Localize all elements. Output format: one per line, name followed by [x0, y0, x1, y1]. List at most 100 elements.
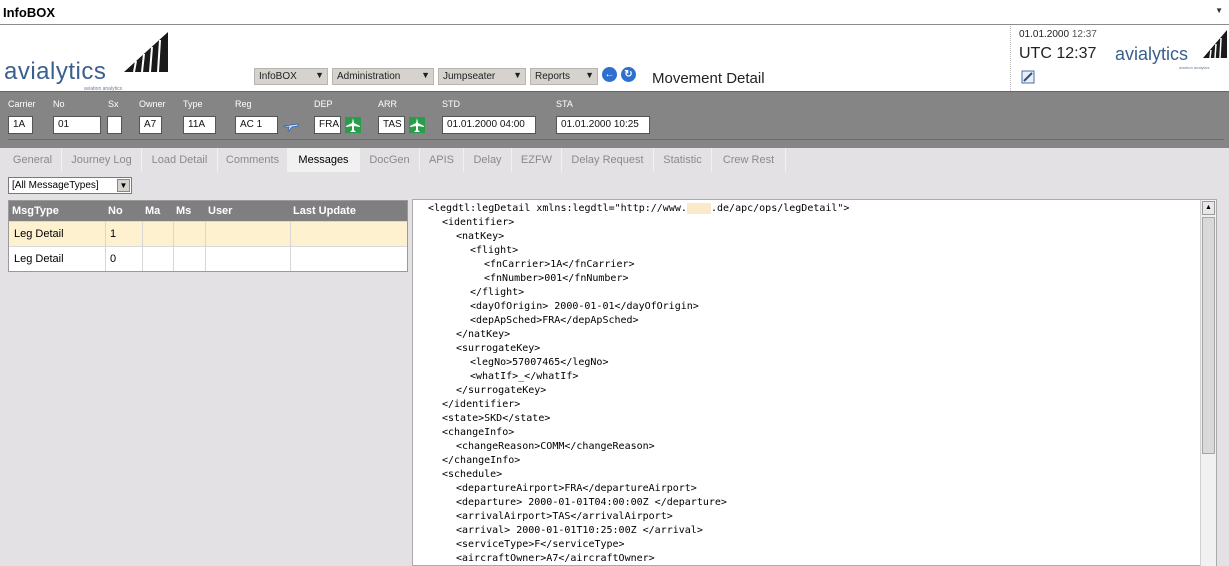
- chevron-down-icon[interactable]: ▼: [117, 179, 130, 192]
- xml-line: <arrivalAirport>TAS</arrivalAirport>: [456, 511, 673, 522]
- cell-msgtype: Leg Detail: [14, 228, 64, 240]
- xml-text: <natKey>: [456, 231, 505, 242]
- app-window: InfoBOX ▼ avialytics aviation analytics …: [0, 0, 1229, 566]
- menu-reports[interactable]: Reports ▼: [530, 68, 598, 85]
- xml-text: <departure> 2000-01-01T04:00:00Z </depar…: [456, 497, 727, 508]
- owner-field[interactable]: A7: [139, 116, 162, 134]
- tab-delay[interactable]: Delay: [464, 148, 512, 172]
- col-user[interactable]: User: [208, 205, 232, 217]
- xml-text: <serviceType>F</serviceType>: [456, 539, 625, 550]
- refresh-icon[interactable]: ↻: [621, 67, 636, 82]
- tab-general[interactable]: General: [4, 148, 62, 172]
- xml-line: </flight>: [470, 287, 524, 298]
- xml-text: <state>SKD</state>: [442, 413, 551, 424]
- xml-line: <state>SKD</state>: [442, 413, 550, 424]
- chevron-down-icon: ▼: [315, 70, 324, 80]
- page-title: Movement Detail: [652, 70, 765, 87]
- divider: [290, 247, 291, 271]
- xml-text: <changeReason>COMM</changeReason>: [456, 441, 655, 452]
- arrival-field[interactable]: TAS: [378, 116, 405, 134]
- xml-text: <depApSched>FRA</depApSched>: [470, 315, 639, 326]
- suffix-field[interactable]: [107, 116, 122, 134]
- registration-field[interactable]: AC 1: [235, 116, 278, 134]
- flight-info-bar: Carrier No Sx Owner Type Reg DEP ARR STD…: [0, 91, 1229, 148]
- select-value: [All MessageTypes]: [12, 180, 99, 191]
- std-field[interactable]: 01.01.2000 04:00: [442, 116, 536, 134]
- table-row[interactable]: Leg Detail 1: [9, 221, 407, 246]
- tab-load-detail[interactable]: Load Detail: [142, 148, 218, 172]
- date-value: 01.01.2000: [1019, 29, 1070, 40]
- redacted-text: [686, 203, 711, 214]
- xml-text: <fnNumber>001</fnNumber>: [484, 273, 629, 284]
- xml-line: <departure> 2000-01-01T04:00:00Z </depar…: [456, 497, 727, 508]
- xml-line: <dayOfOrigin> 2000-01-01</dayOfOrigin>: [470, 301, 699, 312]
- xml-text: <arrivalAirport>TAS</arrivalAirport>: [456, 511, 673, 522]
- col-ma[interactable]: Ma: [145, 205, 160, 217]
- menu-infobox[interactable]: InfoBOX ▼: [254, 68, 328, 85]
- xml-line: <serviceType>F</serviceType>: [456, 539, 625, 550]
- current-date: 01.01.2000 12:37: [1019, 29, 1097, 40]
- aircraft-type-field[interactable]: 11A: [183, 116, 216, 134]
- divider: [290, 222, 291, 246]
- xml-text: </identifier>: [442, 399, 521, 410]
- chevron-down-icon: ▼: [585, 70, 594, 80]
- table-header: MsgType No Ma Ms User Last Update: [9, 201, 407, 221]
- xml-viewer[interactable]: <legdtl:legDetail xmlns:legdtl="http://w…: [412, 199, 1217, 566]
- xml-scrollbar[interactable]: ▲: [1200, 200, 1216, 566]
- xml-text: <whatIf>_</whatIf>: [470, 371, 579, 382]
- sta-field[interactable]: 01.01.2000 10:25: [556, 116, 650, 134]
- tab-ezfw[interactable]: EZFW: [512, 148, 562, 172]
- col-no[interactable]: No: [108, 205, 123, 217]
- messages-panel: [All MessageTypes] ▼ MsgType No Ma Ms Us…: [0, 172, 1229, 566]
- back-icon[interactable]: ←: [602, 67, 617, 82]
- menu-label: InfoBOX: [259, 71, 297, 82]
- xml-line: <surrogateKey>: [456, 343, 540, 354]
- col-msgtype[interactable]: MsgType: [12, 205, 59, 217]
- col-ms[interactable]: Ms: [176, 205, 191, 217]
- type-label: Type: [183, 99, 203, 109]
- xml-line: <flight>: [470, 245, 518, 256]
- flight-number-field[interactable]: 01: [53, 116, 101, 134]
- xml-text: <surrogateKey>: [456, 343, 541, 354]
- tab-apis[interactable]: APIS: [420, 148, 464, 172]
- tab-comments[interactable]: Comments: [218, 148, 288, 172]
- carrier-label: Carrier: [8, 99, 36, 109]
- time-value: 12:37: [1071, 29, 1097, 40]
- menu-administration[interactable]: Administration ▼: [332, 68, 434, 85]
- cell-msgtype: Leg Detail: [14, 253, 64, 265]
- arr-label: ARR: [378, 99, 398, 109]
- col-last-update[interactable]: Last Update: [293, 205, 356, 217]
- xml-text: <arrival> 2000-01-01T10:25:00Z </arrival…: [456, 525, 703, 536]
- divider: [173, 247, 174, 271]
- menu-jumpseater[interactable]: Jumpseater ▼: [438, 68, 526, 85]
- tab-crew-rest[interactable]: Crew Rest: [712, 148, 786, 172]
- dep-label: DEP: [314, 99, 333, 109]
- messages-table: MsgType No Ma Ms User Last Update Leg De…: [8, 200, 408, 272]
- tab-docgen[interactable]: DocGen: [360, 148, 420, 172]
- divider: [142, 222, 143, 246]
- logo-wordmark: avialytics: [4, 58, 107, 85]
- xml-text: .de/apc/ops/legDetail">: [710, 203, 850, 214]
- edit-icon[interactable]: [1021, 70, 1035, 84]
- window-menu-icon[interactable]: ▼: [1215, 6, 1223, 15]
- xml-text: </surrogateKey>: [456, 385, 547, 396]
- table-row[interactable]: Leg Detail 0: [9, 246, 407, 271]
- aircraft-icon[interactable]: [283, 117, 299, 133]
- xml-text: <flight>: [470, 245, 519, 256]
- xml-line: <whatIf>_</whatIf>: [470, 371, 578, 382]
- menu-label: Reports: [535, 71, 571, 82]
- scroll-thumb[interactable]: [1202, 217, 1215, 454]
- message-type-select[interactable]: [All MessageTypes] ▼: [8, 177, 132, 194]
- tab-statistic[interactable]: Statistic: [654, 148, 712, 172]
- utc-clock: UTC 12:37: [1019, 45, 1097, 62]
- departure-field[interactable]: FRA: [314, 116, 341, 134]
- scroll-up-icon[interactable]: ▲: [1202, 201, 1215, 215]
- app-title: InfoBOX: [3, 5, 55, 20]
- carrier-field[interactable]: 1A: [8, 116, 33, 134]
- tab-delay-request[interactable]: Delay Request: [562, 148, 654, 172]
- logo-tagline: aviation analytics: [1179, 65, 1210, 70]
- xml-text: <schedule>: [442, 469, 503, 480]
- tab-journey-log[interactable]: Journey Log: [62, 148, 142, 172]
- xml-text: <legNo>57007465</legNo>: [470, 357, 609, 368]
- tab-messages[interactable]: Messages: [288, 148, 360, 172]
